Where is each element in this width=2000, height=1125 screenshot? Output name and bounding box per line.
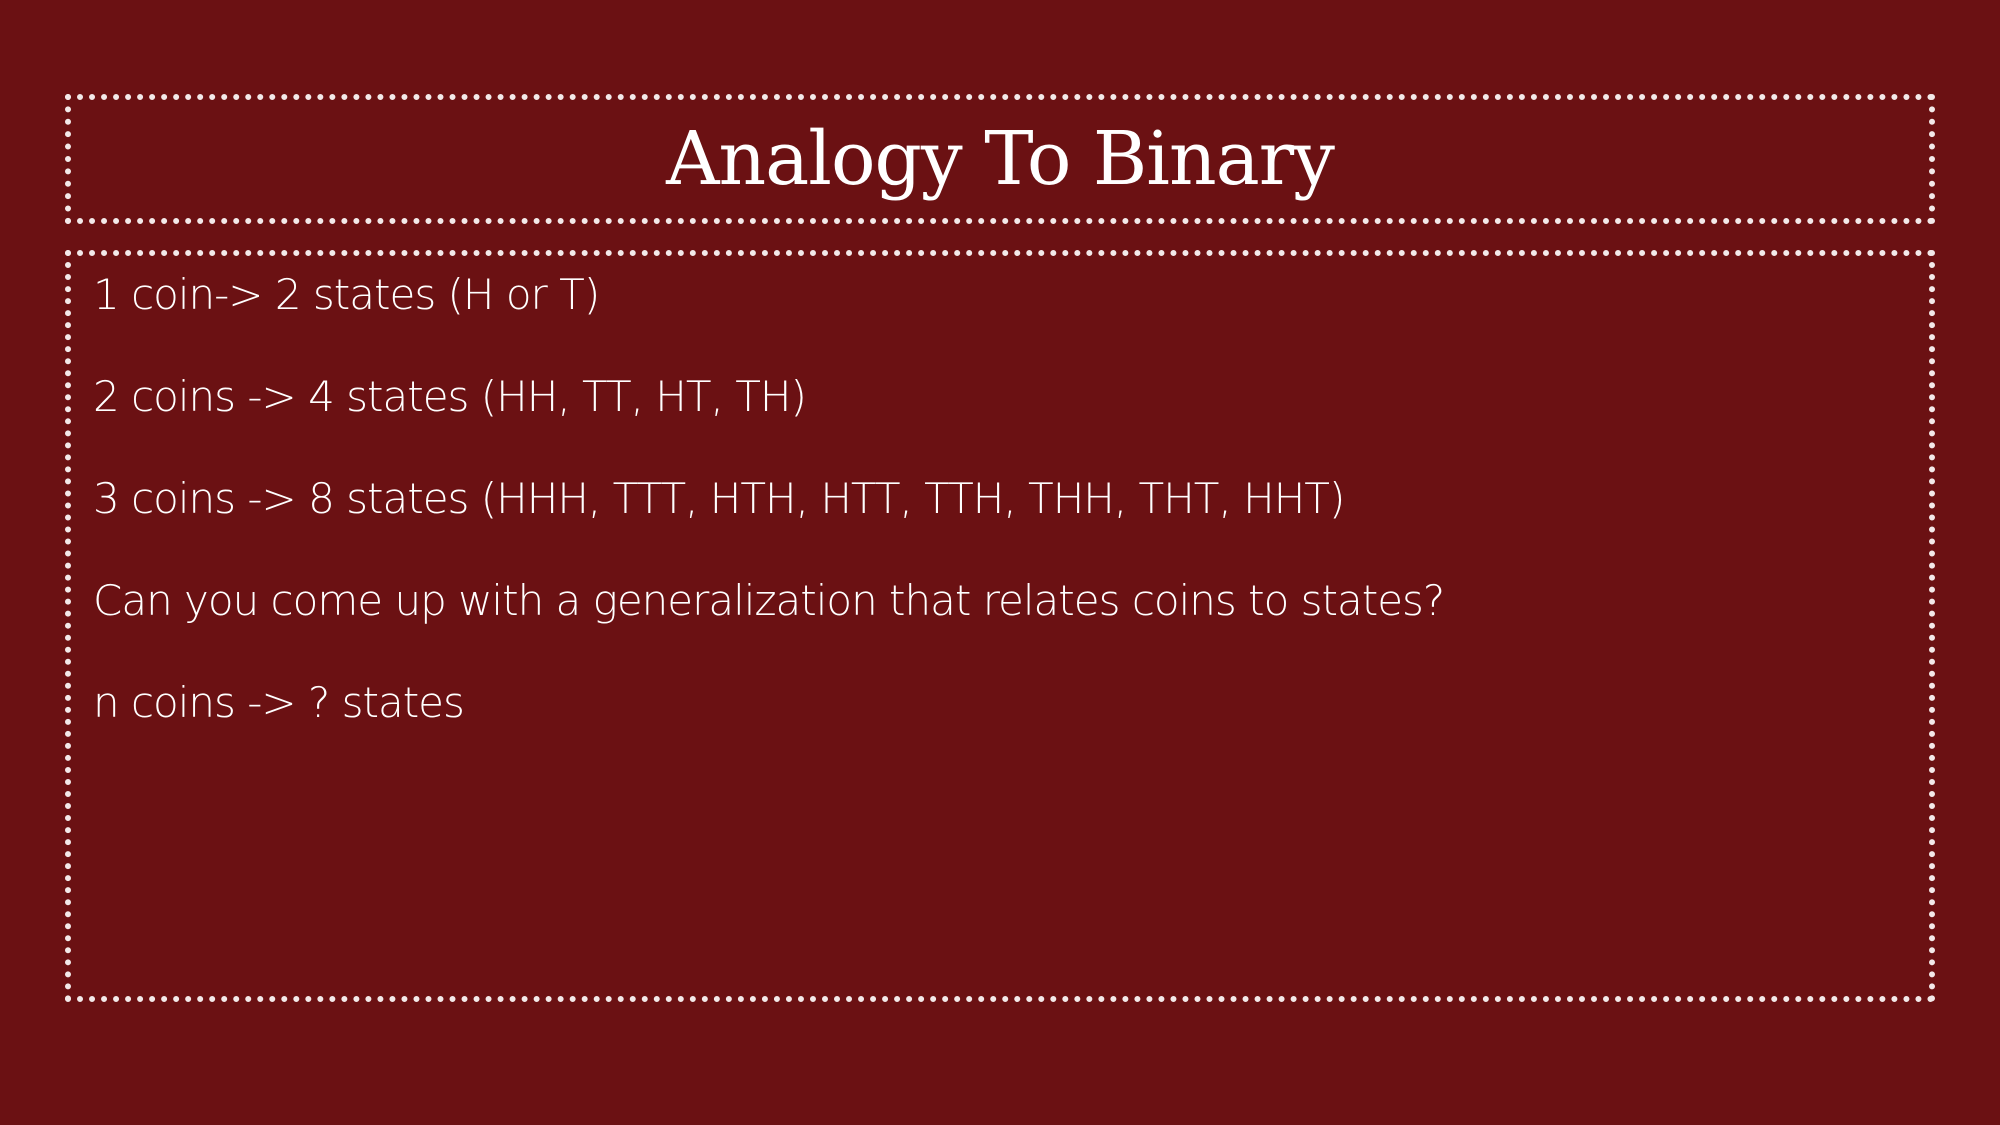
- title-box: Analogy To Binary: [65, 94, 1935, 224]
- content-box: 1 coin-> 2 states (H or T) 2 coins -> 4 …: [65, 250, 1935, 1002]
- body-line-2: 2 coins -> 4 states (HH, TT, HT, TH): [93, 372, 807, 421]
- body-line-4: Can you come up with a generalization th…: [93, 576, 1445, 625]
- slide-title: Analogy To Binary: [666, 116, 1335, 202]
- body-line-1: 1 coin-> 2 states (H or T): [93, 270, 600, 319]
- body-line-5: n coins -> ? states: [93, 678, 465, 727]
- body-line-3: 3 coins -> 8 states (HHH, TTT, HTH, HTT,…: [93, 474, 1345, 523]
